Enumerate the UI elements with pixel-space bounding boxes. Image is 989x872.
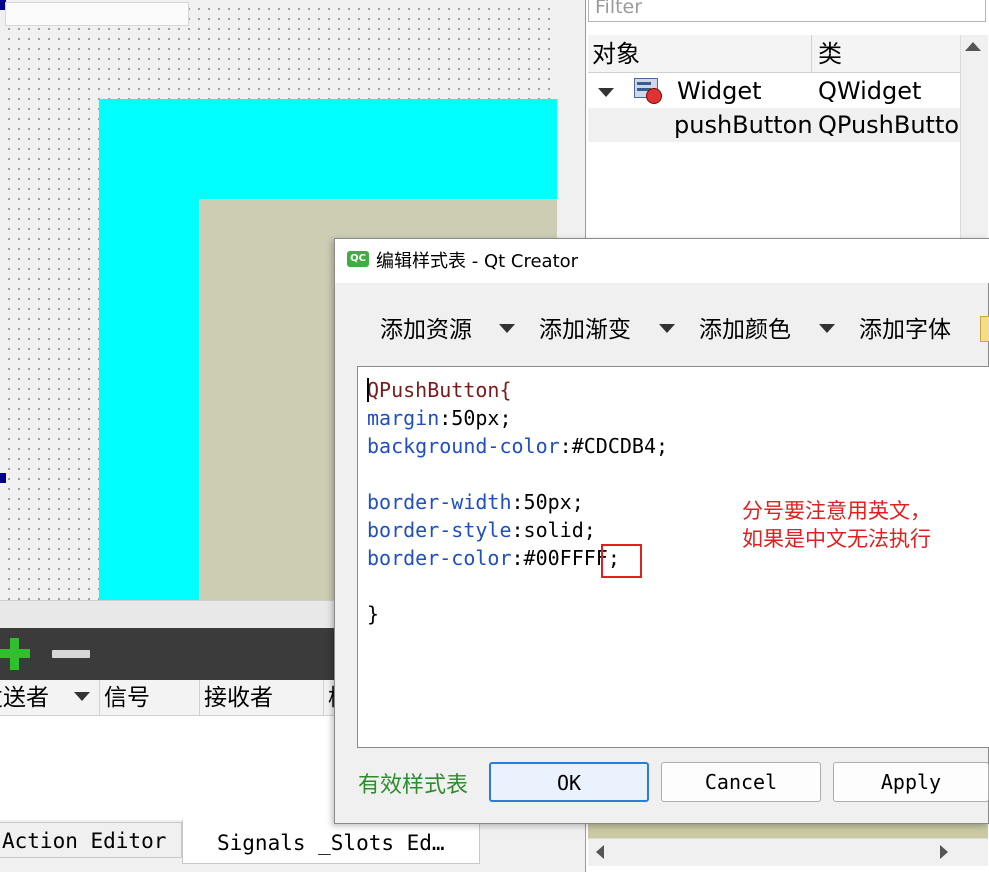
ok-button[interactable]: OK (489, 762, 649, 802)
add-font-button[interactable]: 添加字体 (859, 312, 951, 348)
inspector-class-pushbutton: QPushButton (818, 111, 958, 139)
code-property: background-color (367, 434, 560, 458)
add-color-dropdown-icon[interactable] (819, 324, 835, 333)
inspector-object-pushbutton: pushButton (674, 111, 813, 139)
code-value: :50px; (511, 490, 584, 514)
column-signal-label: 信号 (104, 685, 150, 711)
tab-signals-slots-editor[interactable]: Signals _Slots Ed… (182, 820, 480, 864)
column-receiver[interactable]: 接收者 (200, 680, 324, 716)
code-selector: QPushButton{ (367, 378, 512, 402)
code-line: QPushButton{ (367, 376, 668, 404)
code-line: margin:50px; (367, 404, 668, 432)
add-color-button[interactable]: 添加颜色 (699, 312, 791, 348)
code-line: background-color:#CDCDB4; (367, 432, 668, 460)
annotation-line: 分号要注意用英文， (742, 499, 931, 523)
annotation-line: 如果是中文无法执行 (742, 527, 931, 551)
expand-arrow-icon[interactable] (598, 88, 614, 97)
scroll-up-icon[interactable] (965, 42, 981, 51)
code-line: } (367, 600, 668, 628)
add-gradient-button[interactable]: 添加渐变 (539, 312, 631, 348)
code-close-brace: } (367, 602, 380, 626)
add-gradient-dropdown-icon[interactable] (659, 324, 675, 333)
inspector-col-object[interactable]: 对象 (592, 35, 812, 73)
tab-action-editor[interactable]: Action Editor (0, 822, 182, 858)
resize-handle[interactable] (0, 473, 6, 483)
scroll-left-icon[interactable] (596, 845, 604, 859)
signal-slot-toolbar (0, 628, 335, 680)
inspector-col-class-label: 类 (818, 40, 842, 68)
text-caret (367, 378, 369, 402)
filter-input[interactable]: Filter (588, 0, 986, 22)
column-signal[interactable]: 信号 (100, 680, 200, 716)
code-line: border-style:solid; (367, 516, 668, 544)
valid-stylesheet-label: 有效样式表 (358, 773, 469, 798)
add-connection-icon[interactable] (0, 638, 30, 670)
annotation-note: 分号要注意用英文， 如果是中文无法执行 (742, 497, 931, 553)
code-property: margin (367, 406, 440, 430)
canvas-horizontal-scrollbar[interactable] (0, 600, 335, 628)
folder-icon[interactable] (980, 316, 989, 342)
filter-placeholder: Filter (595, 0, 643, 18)
tab-action-editor-label: Action Editor (2, 829, 167, 853)
remove-connection-icon[interactable] (52, 650, 90, 658)
qt-creator-icon: QC (347, 251, 369, 267)
scroll-right-icon[interactable] (940, 845, 948, 859)
apply-button[interactable]: Apply (833, 762, 989, 802)
inspector-class-widget: QWidget (818, 77, 922, 105)
tab-signals-slots-label: Signals _Slots Ed… (217, 831, 445, 855)
code-line: ​ (367, 460, 668, 488)
add-resource-dropdown-icon[interactable] (499, 324, 515, 333)
code-property: border-style (367, 518, 512, 542)
inspector-horizontal-scrollbar[interactable] (588, 838, 988, 866)
column-sender-label: 发送者 (0, 685, 49, 711)
code-property: border-color (367, 546, 512, 570)
code-value: :50px; (439, 406, 512, 430)
inspector-col-object-label: 对象 (592, 40, 640, 68)
stylesheet-code[interactable]: QPushButton{margin:50px; background-color… (367, 376, 668, 628)
signal-slot-list[interactable] (0, 716, 335, 820)
code-property: border-width (367, 490, 512, 514)
scrollbar-thumb[interactable] (5, 2, 189, 26)
code-value: :solid; (511, 518, 596, 542)
add-resource-button[interactable]: 添加资源 (380, 312, 472, 348)
inspector-col-class[interactable]: 类 (818, 35, 958, 73)
column-receiver-label: 接收者 (204, 685, 273, 711)
cancel-button[interactable]: Cancel (661, 762, 821, 802)
dialog-title: 编辑样式表 - Qt Creator (376, 251, 579, 272)
inspector-object-widget: Widget (677, 77, 762, 105)
sender-dropdown-icon[interactable] (74, 692, 90, 701)
code-line: border-width:50px; (367, 488, 668, 516)
code-value: :#CDCDB4; (559, 434, 669, 458)
semicolon-highlight-box (601, 544, 642, 578)
widget-icon (632, 76, 664, 106)
